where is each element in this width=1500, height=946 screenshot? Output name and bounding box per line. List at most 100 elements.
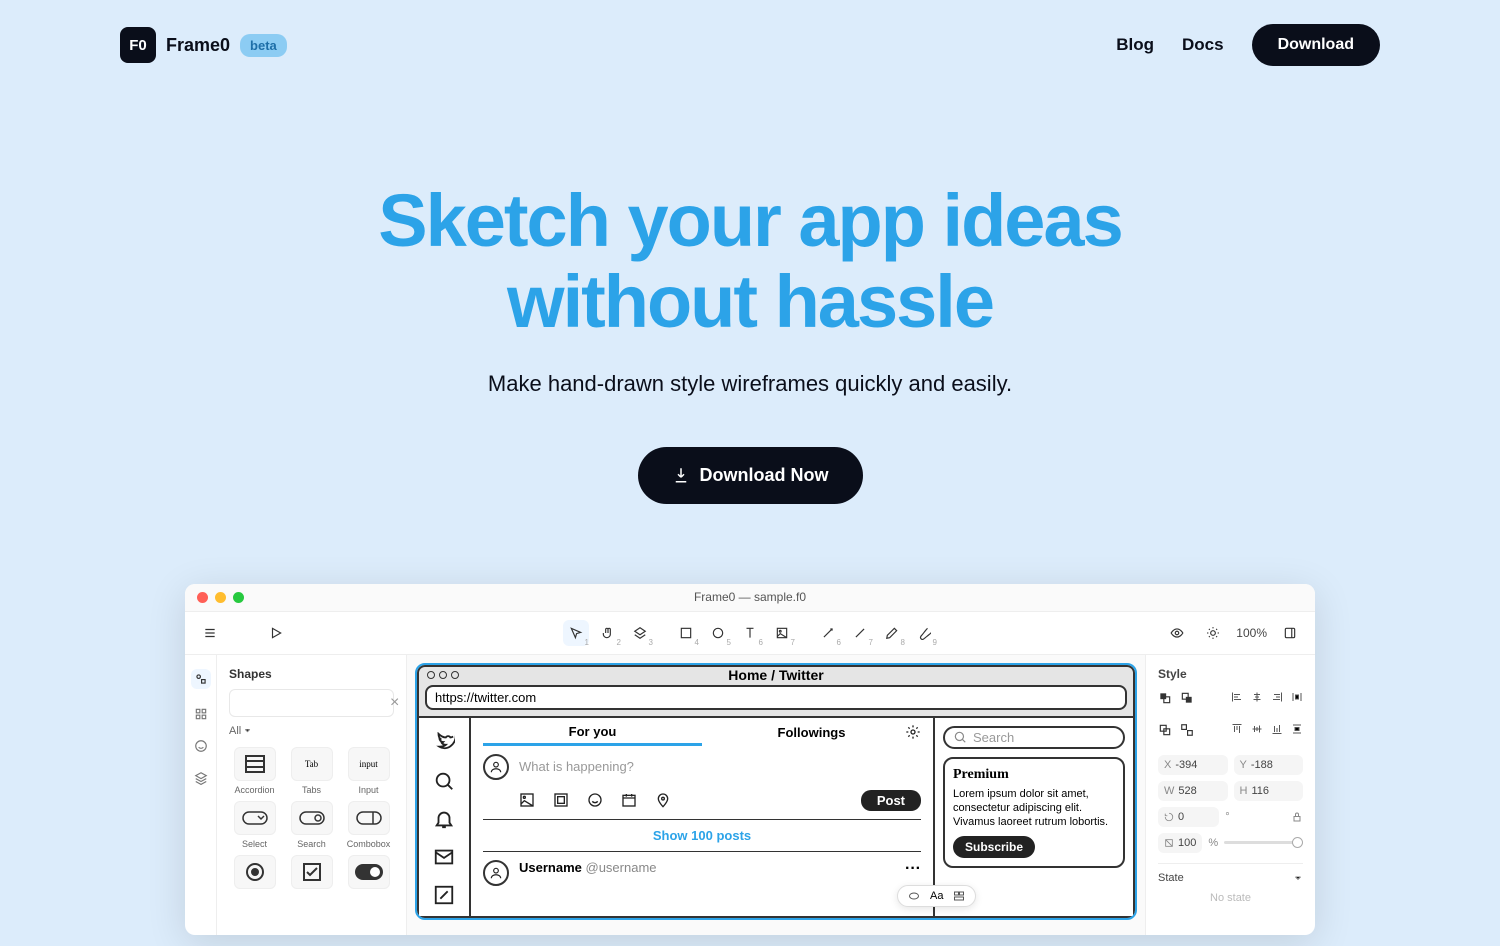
align-left-icon[interactable] bbox=[1231, 691, 1243, 703]
edit-icon[interactable] bbox=[433, 884, 455, 906]
y-field[interactable]: Y-188 bbox=[1234, 755, 1304, 775]
shapes-grid: Accordion TabTabs inputInput Select Sear… bbox=[229, 747, 394, 893]
components-rail-icon[interactable] bbox=[194, 707, 208, 721]
connector-tool-icon[interactable]: 6 bbox=[815, 620, 841, 646]
tab-followings[interactable]: Followings bbox=[702, 725, 921, 744]
bell-icon[interactable] bbox=[433, 808, 455, 830]
align-middle-icon[interactable] bbox=[1251, 723, 1263, 735]
compose: What is happening? Post bbox=[483, 746, 921, 819]
shapes-rail-icon[interactable] bbox=[191, 669, 211, 689]
ellipse-icon[interactable] bbox=[908, 890, 920, 902]
rotation-field[interactable]: 0 bbox=[1158, 807, 1219, 827]
show-posts-link[interactable]: Show 100 posts bbox=[483, 819, 921, 852]
gif-icon[interactable] bbox=[553, 792, 569, 808]
ungroup-icon[interactable] bbox=[1180, 723, 1194, 737]
pen-tool-icon[interactable]: 8 bbox=[879, 620, 905, 646]
image-icon[interactable] bbox=[519, 792, 535, 808]
text-style-icon[interactable]: Aa bbox=[930, 890, 943, 902]
shape-item[interactable]: Search bbox=[286, 801, 337, 849]
opacity-field[interactable]: 100 bbox=[1158, 833, 1202, 853]
emoji-icon[interactable] bbox=[587, 792, 603, 808]
nav-download-button[interactable]: Download bbox=[1252, 24, 1380, 66]
image-tool-icon[interactable]: 7 bbox=[769, 620, 795, 646]
shape-item[interactable] bbox=[229, 855, 280, 893]
app-toolbar: 1 2 3 4 5 6 7 6 7 8 9 100% bbox=[185, 612, 1315, 655]
shape-item[interactable] bbox=[286, 855, 337, 893]
state-title: State bbox=[1158, 872, 1184, 884]
style-title: Style bbox=[1158, 667, 1303, 681]
more-icon[interactable]: ··· bbox=[905, 860, 921, 878]
url-bar[interactable]: https://twitter.com bbox=[425, 685, 1127, 710]
avatar-icon bbox=[483, 754, 509, 780]
logo-icon: F0 bbox=[120, 27, 156, 63]
browser-frame[interactable]: Home / Twitter https://twitter.com For y… bbox=[417, 665, 1135, 918]
shape-item[interactable]: Combobox bbox=[343, 801, 394, 849]
avatar-icon bbox=[483, 860, 509, 886]
cursor-tool-icon[interactable]: 1 bbox=[563, 620, 589, 646]
layers-rail-icon[interactable] bbox=[194, 771, 208, 785]
brand-name: Frame0 bbox=[166, 35, 230, 56]
location-icon[interactable] bbox=[655, 792, 671, 808]
window-title: Frame0 — sample.f0 bbox=[185, 590, 1315, 604]
panel-toggle-icon[interactable] bbox=[1277, 620, 1303, 646]
shape-item[interactable] bbox=[343, 855, 394, 893]
download-now-button[interactable]: Download Now bbox=[638, 447, 863, 504]
clear-icon[interactable]: × bbox=[390, 694, 399, 712]
h-field[interactable]: H116 bbox=[1234, 781, 1304, 801]
frame-tool-icon[interactable]: 3 bbox=[627, 620, 653, 646]
hand-tool-icon[interactable]: 2 bbox=[595, 620, 621, 646]
schedule-icon[interactable] bbox=[621, 792, 637, 808]
bring-front-icon[interactable] bbox=[1158, 691, 1172, 705]
align-top-icon[interactable] bbox=[1231, 723, 1243, 735]
lock-icon[interactable] bbox=[1291, 811, 1303, 823]
align-icon[interactable] bbox=[953, 890, 965, 902]
shape-item[interactable]: TabTabs bbox=[286, 747, 337, 795]
shape-item[interactable]: inputInput bbox=[343, 747, 394, 795]
chevron-down-icon[interactable] bbox=[1293, 873, 1303, 883]
align-center-icon[interactable] bbox=[1251, 691, 1263, 703]
tab-foryou[interactable]: For you bbox=[483, 724, 702, 746]
sun-icon[interactable] bbox=[1200, 620, 1226, 646]
distribute-v-icon[interactable] bbox=[1291, 723, 1303, 735]
x-field[interactable]: X-394 bbox=[1158, 755, 1228, 775]
play-icon[interactable] bbox=[263, 620, 289, 646]
post-button[interactable]: Post bbox=[861, 790, 921, 811]
nav-blog[interactable]: Blog bbox=[1116, 35, 1154, 55]
zoom-level[interactable]: 100% bbox=[1236, 626, 1267, 640]
search-icon[interactable] bbox=[433, 770, 455, 792]
brand[interactable]: F0 Frame0 beta bbox=[120, 27, 287, 63]
window-titlebar: Frame0 — sample.f0 bbox=[185, 584, 1315, 612]
shapes-search-input[interactable] bbox=[242, 697, 384, 709]
opacity-slider[interactable] bbox=[1224, 841, 1303, 844]
align-right-icon[interactable] bbox=[1271, 691, 1283, 703]
align-bottom-icon[interactable] bbox=[1271, 723, 1283, 735]
gear-icon[interactable] bbox=[905, 724, 921, 740]
bird-icon[interactable] bbox=[433, 732, 455, 754]
line-tool-icon[interactable]: 7 bbox=[847, 620, 873, 646]
text-tool-icon[interactable]: 6 bbox=[737, 620, 763, 646]
compose-input[interactable]: What is happening? bbox=[519, 759, 634, 774]
nav-docs[interactable]: Docs bbox=[1182, 35, 1224, 55]
rectangle-tool-icon[interactable]: 4 bbox=[673, 620, 699, 646]
mail-icon[interactable] bbox=[433, 846, 455, 868]
subscribe-button[interactable]: Subscribe bbox=[953, 836, 1035, 858]
nav: Blog Docs Download bbox=[1116, 24, 1380, 66]
emoji-rail-icon[interactable] bbox=[194, 739, 208, 753]
menu-icon[interactable] bbox=[197, 620, 223, 646]
send-back-icon[interactable] bbox=[1180, 691, 1194, 705]
distribute-h-icon[interactable] bbox=[1291, 691, 1303, 703]
shape-item[interactable]: Accordion bbox=[229, 747, 280, 795]
w-field[interactable]: W528 bbox=[1158, 781, 1228, 801]
floating-toolbar[interactable]: Aa bbox=[897, 885, 976, 907]
eye-icon[interactable] bbox=[1164, 620, 1190, 646]
ellipse-tool-icon[interactable]: 5 bbox=[705, 620, 731, 646]
shapes-search[interactable]: × bbox=[229, 689, 394, 717]
canvas[interactable]: Home / Twitter https://twitter.com For y… bbox=[407, 655, 1145, 935]
shapes-filter[interactable]: All bbox=[229, 725, 394, 737]
shape-item[interactable]: Select bbox=[229, 801, 280, 849]
post-item[interactable]: Username @username ··· bbox=[483, 852, 921, 894]
group-icon[interactable] bbox=[1158, 723, 1172, 737]
brush-tool-icon[interactable]: 9 bbox=[911, 620, 937, 646]
twitter-sidenav bbox=[419, 718, 471, 916]
aside-search[interactable]: Search bbox=[943, 726, 1125, 749]
